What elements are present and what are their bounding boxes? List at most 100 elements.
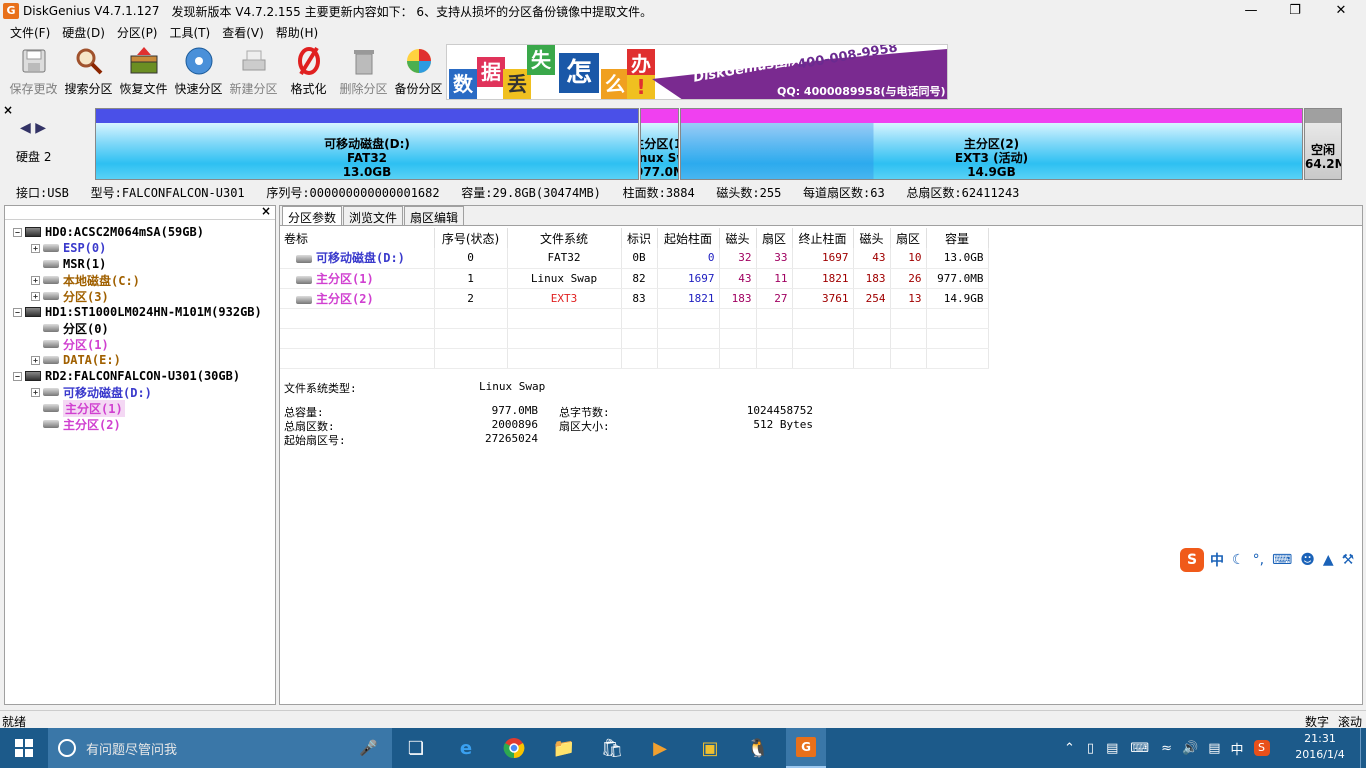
table-row[interactable]: 可移动磁盘(D:) 0 FAT32 0B 0 32 33 1697 43 10 13.0GB: [280, 248, 989, 269]
menu-tools[interactable]: 工具(T): [164, 24, 217, 41]
restore-button[interactable]: ❐: [1272, 0, 1318, 22]
prev-disk-icon[interactable]: ◀: [20, 120, 31, 136]
col-end-head[interactable]: 磁头: [853, 228, 891, 248]
tree-partition-node[interactable]: + 可移动磁盘(D:): [31, 384, 152, 400]
tab-sector-edit[interactable]: 扇区编辑: [404, 206, 465, 225]
tree-disk-node[interactable]: − HD0:ACSC2M064mSA(59GB): [13, 224, 204, 240]
menu-view[interactable]: 查看(V): [216, 24, 270, 41]
ime-toolbar[interactable]: S 中 ☾ °, ⌨ ☻ ▲ ⚒: [1180, 546, 1364, 574]
tree-disk-node[interactable]: − RD2:FALCONFALCON-U301(30GB): [13, 368, 240, 384]
expand-toggle-icon[interactable]: +: [31, 275, 40, 285]
tree-close-icon[interactable]: ×: [261, 204, 271, 218]
menu-help[interactable]: 帮助(H): [270, 24, 324, 41]
shirt-icon[interactable]: ▲: [1323, 552, 1334, 568]
tree-disk-node[interactable]: − HD1:ST1000LM024HN-M101M(932GB): [13, 304, 262, 320]
chrome-icon[interactable]: [494, 734, 534, 762]
format-button[interactable]: 格式化: [281, 42, 336, 98]
tree-partition-node[interactable]: + DATA(E:): [31, 352, 121, 368]
tree-partition-node[interactable]: 分区(0): [31, 320, 109, 336]
sogou-tray-icon[interactable]: S: [1253, 740, 1270, 756]
task-view-icon[interactable]: ❏: [396, 734, 436, 762]
menu-partition[interactable]: 分区(P): [111, 24, 164, 41]
punctuation-icon[interactable]: °,: [1253, 552, 1264, 568]
moon-icon[interactable]: ☾: [1232, 552, 1245, 568]
table-row[interactable]: 主分区(2) 2 EXT3 83 1821 183 27 3761 254 13 14.9GB: [280, 288, 989, 309]
quick-partition-button[interactable]: 快速分区: [171, 42, 226, 98]
new-partition-button[interactable]: 新建分区: [226, 42, 281, 98]
col-filesystem[interactable]: 文件系统: [507, 228, 622, 248]
save-changes-button[interactable]: 保存更改: [6, 42, 61, 98]
volume-icon[interactable]: 🔊: [1182, 741, 1198, 756]
tree-partition-node[interactable]: + ESP(0): [31, 240, 106, 256]
action-center-icon[interactable]: ▤: [1208, 741, 1220, 756]
partition-block-d[interactable]: 可移动磁盘(D:) FAT32 13.0GB: [95, 108, 639, 180]
cortana-icon: [58, 739, 76, 757]
ad-banner[interactable]: 数 据 丢 失 怎 么 办 ! DiskGenius团队为您服务 400-008…: [446, 44, 948, 100]
row-start-cyl: 0: [657, 248, 720, 269]
col-size[interactable]: 容量: [926, 228, 989, 248]
expand-toggle-icon[interactable]: −: [13, 307, 22, 317]
table-row[interactable]: 主分区(1) 1 Linux Swap 82 1697 43 11 1821 183 26 977.…: [280, 268, 989, 289]
col-label[interactable]: 卷标: [280, 228, 435, 248]
recover-files-button[interactable]: 恢复文件: [116, 42, 171, 98]
search-partition-button[interactable]: 搜索分区: [61, 42, 116, 98]
menu-disk[interactable]: 硬盘(D): [56, 24, 111, 41]
col-start-cyl[interactable]: 起始柱面: [657, 228, 720, 248]
tree-partition-node[interactable]: + 分区(3): [31, 288, 109, 304]
diskgenius-taskbar-icon[interactable]: G: [786, 728, 826, 768]
close-button[interactable]: ✕: [1318, 0, 1364, 22]
clock[interactable]: 21:31 2016/1/4: [1290, 731, 1350, 763]
tree-partition-node[interactable]: 主分区(2): [31, 416, 121, 432]
show-desktop-button[interactable]: [1360, 728, 1366, 768]
free-space-block[interactable]: 空闲 64.2M: [1304, 108, 1342, 180]
edge-icon[interactable]: e: [446, 734, 486, 762]
file-explorer-icon[interactable]: 📁: [544, 734, 584, 762]
next-disk-icon[interactable]: ▶: [35, 120, 46, 136]
update-notice[interactable]: 发现新版本 V4.7.2.155 主要更新内容如下： 6、支持从损坏的分区备份镜…: [172, 3, 653, 20]
usb-icon[interactable]: ▯: [1087, 741, 1094, 756]
partition-fs: EXT3 (活动): [954, 151, 1029, 165]
tab-partition-params[interactable]: 分区参数: [282, 206, 343, 225]
diskmap-close-icon[interactable]: ×: [3, 103, 13, 117]
col-start-sector[interactable]: 扇区: [756, 228, 793, 248]
tree-partition-node[interactable]: 分区(1): [31, 336, 109, 352]
qq-icon[interactable]: 🐧: [738, 734, 778, 762]
col-start-head[interactable]: 磁头: [719, 228, 757, 248]
start-button[interactable]: [0, 728, 48, 768]
network-icon[interactable]: ▤: [1106, 741, 1118, 756]
cortana-search[interactable]: 有问题尽管问我 🎤: [48, 728, 392, 768]
col-end-sector[interactable]: 扇区: [890, 228, 927, 248]
col-index[interactable]: 序号(状态): [434, 228, 508, 248]
app-icon-yellow[interactable]: ▣: [690, 734, 730, 762]
store-icon[interactable]: 🛍: [592, 734, 632, 762]
wrench-icon[interactable]: ⚒: [1342, 552, 1355, 568]
menu-file[interactable]: 文件(F): [4, 24, 56, 41]
ime-tray-lang[interactable]: 中: [1231, 739, 1244, 758]
minimize-button[interactable]: —: [1228, 0, 1274, 22]
user-icon[interactable]: ☻: [1300, 552, 1315, 568]
tree-partition-node[interactable]: MSR(1): [31, 256, 106, 272]
col-id[interactable]: 标识: [621, 228, 658, 248]
delete-partition-button[interactable]: 删除分区: [336, 42, 391, 98]
partition-block-1[interactable]: 主分区(1) Linux Swap 977.0M: [640, 108, 679, 180]
tray-expand-icon[interactable]: ⌃: [1064, 741, 1075, 756]
row-filesystem: FAT32: [507, 248, 622, 269]
media-player-icon[interactable]: ▶: [640, 734, 680, 762]
microphone-icon[interactable]: 🎤: [359, 739, 378, 757]
expand-toggle-icon[interactable]: +: [31, 387, 40, 397]
partition-block-2[interactable]: 主分区(2) EXT3 (活动) 14.9GB: [680, 108, 1303, 180]
keyboard-icon[interactable]: ⌨: [1272, 552, 1292, 568]
expand-toggle-icon[interactable]: −: [13, 227, 22, 237]
expand-toggle-icon[interactable]: −: [13, 371, 22, 381]
ime-lang[interactable]: 中: [1210, 550, 1224, 570]
expand-toggle-icon[interactable]: +: [31, 291, 40, 301]
col-end-cyl[interactable]: 终止柱面: [792, 228, 854, 248]
tree-partition-node[interactable]: + 本地磁盘(C:): [31, 272, 140, 288]
keyboard-tray-icon[interactable]: ⌨: [1130, 741, 1149, 756]
expand-toggle-icon[interactable]: +: [31, 355, 40, 365]
backup-partition-button[interactable]: 备份分区: [391, 42, 446, 98]
tree-partition-node[interactable]: 主分区(1): [31, 399, 125, 417]
tab-browse-files[interactable]: 浏览文件: [343, 206, 404, 225]
expand-toggle-icon[interactable]: +: [31, 243, 40, 253]
wifi-icon[interactable]: ≈: [1161, 741, 1172, 756]
